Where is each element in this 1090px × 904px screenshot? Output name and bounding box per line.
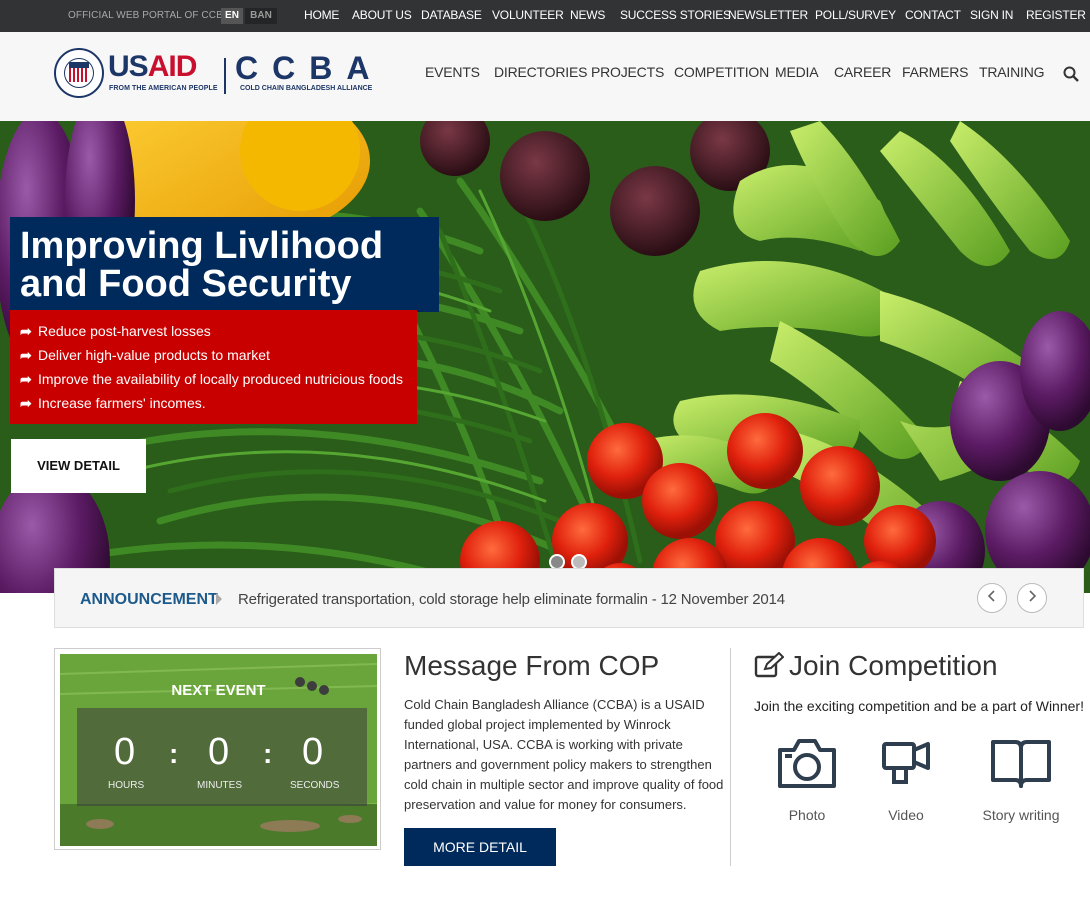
topnav-sign-in[interactable]: SIGN IN — [970, 8, 1013, 22]
countdown-separator: : — [263, 738, 273, 769]
competition-photo-label: Photo — [788, 807, 826, 823]
topnav-newsletter[interactable]: NEWSLETTER — [728, 8, 808, 22]
share-arrow-icon: ➦ — [20, 347, 32, 363]
event-countdown: 0 : 0 : 0 HOURS MINUTES SECONDS — [77, 708, 367, 806]
edit-icon — [754, 652, 784, 678]
nav-events[interactable]: EVENTS — [425, 64, 480, 80]
hero-bullet: ➦ Reduce post-harvest losses — [20, 320, 417, 344]
section-divider — [730, 648, 731, 866]
ccba-wordmark: CCBA — [235, 50, 384, 86]
countdown-hours: 0 — [114, 731, 136, 773]
hero-bullet: ➦ Improve the availability of locally pro… — [20, 368, 417, 392]
next-event-box[interactable]: NEXT EVENT 0 : 0 : 0 HOURS MINUTES SECON… — [54, 648, 381, 850]
event-background-image: NEXT EVENT 0 : 0 : 0 HOURS MINUTES SECON… — [60, 654, 377, 846]
competition-story-label: Story writing — [982, 807, 1060, 823]
nav-farmers[interactable]: FARMERS — [902, 64, 968, 80]
share-arrow-icon: ➦ — [20, 395, 32, 411]
nav-projects[interactable]: PROJECTS — [591, 64, 664, 80]
topnav-home[interactable]: HOME — [304, 8, 339, 22]
countdown-seconds: 0 — [302, 731, 324, 773]
competition-photo[interactable]: Photo — [774, 736, 840, 823]
lang-en-button[interactable]: EN — [221, 8, 243, 24]
logo-divider — [224, 58, 226, 94]
topnav-contact[interactable]: CONTACT — [905, 8, 961, 22]
usaid-wordmark: USAID — [108, 50, 197, 83]
hero-bullet: ➦ Deliver high-value products to market — [20, 344, 417, 368]
seconds-label: SECONDS — [290, 780, 340, 791]
video-camera-icon — [882, 742, 930, 784]
next-event-title: NEXT EVENT — [171, 682, 266, 699]
hero-bullet-list: ➦ Reduce post-harvest losses ➦ Deliver hig… — [10, 310, 417, 424]
chevron-left-icon — [987, 590, 995, 602]
topnav-news[interactable]: NEWS — [570, 8, 605, 22]
topnav-volunteer[interactable]: VOLUNTEER — [492, 8, 564, 22]
chevron-right-icon — [1029, 590, 1037, 602]
topnav-success-stories[interactable]: SUCCESS STORIES — [620, 8, 731, 22]
hero-bullet: ➦ Increase farmers' incomes. — [20, 392, 417, 416]
share-arrow-icon: ➦ — [20, 323, 32, 339]
nav-competition[interactable]: COMPETITION — [674, 64, 769, 80]
topnav-about-us[interactable]: ABOUT US — [352, 8, 412, 22]
competition-text: Join the exciting competition and be a p… — [754, 698, 1084, 714]
nav-media[interactable]: MEDIA — [775, 64, 819, 80]
search-icon[interactable] — [1063, 66, 1079, 82]
nav-career[interactable]: CAREER — [834, 64, 891, 80]
topnav-database[interactable]: DATABASE — [421, 8, 482, 22]
official-portal-label: OFFICIAL WEB PORTAL OF CCBA — [68, 10, 230, 21]
cop-text: Cold Chain Bangladesh Alliance (CCBA) is… — [404, 697, 724, 812]
more-detail-button[interactable]: MORE DETAIL — [404, 828, 556, 866]
countdown-separator: : — [169, 738, 179, 769]
cop-title: Message From COP — [404, 650, 660, 681]
competition-video[interactable]: Video — [876, 736, 936, 823]
book-icon — [991, 740, 1051, 788]
competition-story[interactable]: Story writing — [976, 736, 1066, 823]
announcement-label: ANNOUNCEMENT — [80, 591, 218, 608]
share-arrow-icon: ➦ — [20, 371, 32, 387]
lang-ban-button[interactable]: BAN — [245, 8, 277, 24]
minutes-label: MINUTES — [197, 780, 242, 791]
topnav-register[interactable]: REGISTER — [1026, 8, 1086, 22]
announcement-text[interactable]: Refrigerated transportation, cold storag… — [238, 591, 785, 608]
view-detail-button[interactable]: VIEW DETAIL — [11, 439, 146, 493]
topnav-poll-survey[interactable]: POLL/SURVEY — [815, 8, 896, 22]
announcement-next-button[interactable] — [1017, 583, 1047, 613]
site-logo[interactable]: USAID FROM THE AMERICAN PEOPLE CCBA COLD… — [54, 48, 384, 100]
caret-right-icon — [216, 593, 222, 605]
competition-title: Join Competition — [789, 650, 998, 681]
hours-label: HOURS — [108, 780, 145, 791]
usaid-tagline: FROM THE AMERICAN PEOPLE — [109, 85, 218, 92]
announcement-bar: ANNOUNCEMENT Refrigerated transportation… — [54, 568, 1084, 628]
top-bar: OFFICIAL WEB PORTAL OF CCBA EN BAN HOME … — [0, 0, 1090, 32]
countdown-minutes: 0 — [208, 731, 230, 773]
usaid-seal-icon — [54, 48, 104, 98]
announcement-prev-button[interactable] — [977, 583, 1007, 613]
ccba-tagline: COLD CHAIN BANGLADESH ALLIANCE — [240, 85, 373, 92]
hero-title: Improving Livlihood and Food Security — [10, 217, 439, 312]
nav-directories[interactable]: DIRECTORIES — [494, 64, 587, 80]
nav-training[interactable]: TRAINING — [979, 64, 1044, 80]
competition-video-label: Video — [888, 807, 924, 823]
camera-icon — [778, 739, 836, 788]
